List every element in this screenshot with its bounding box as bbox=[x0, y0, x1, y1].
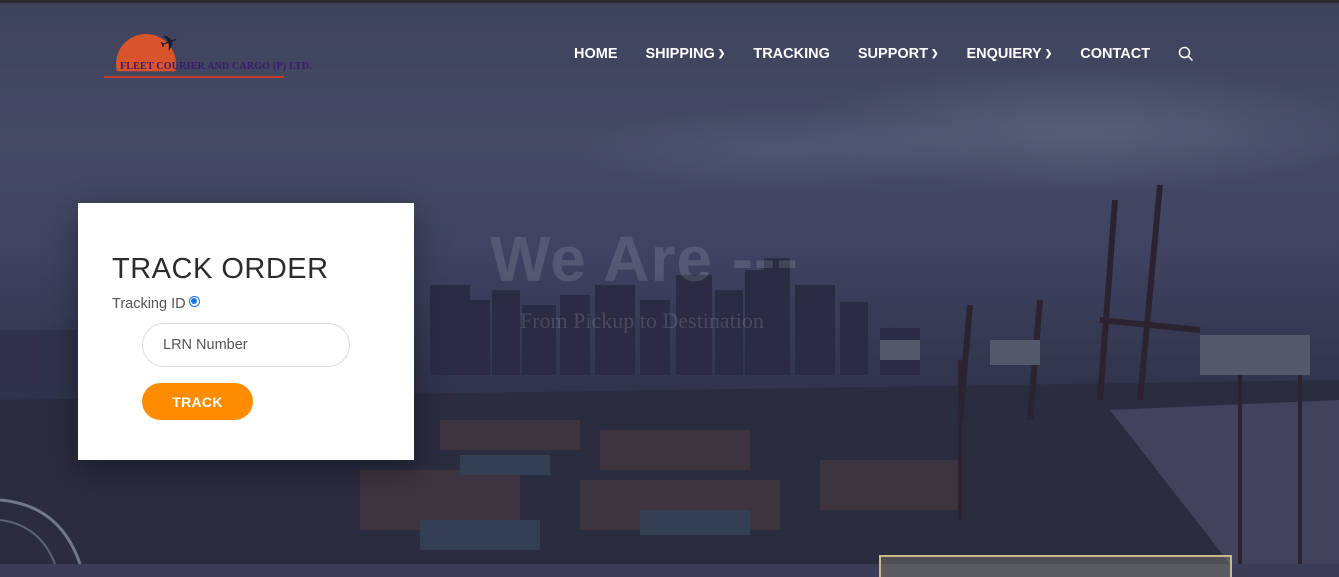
nav-tracking-label: TRACKING bbox=[753, 46, 830, 62]
track-order-title: TRACK ORDER bbox=[112, 253, 329, 285]
track-button[interactable]: TRACK bbox=[142, 383, 253, 420]
chevron-down-icon: ❯ bbox=[930, 47, 939, 58]
chevron-down-icon: ❯ bbox=[1044, 47, 1053, 58]
top-border bbox=[0, 0, 1339, 3]
chevron-down-icon: ❯ bbox=[717, 47, 726, 58]
hero-subtitle: From Pickup to Destination bbox=[520, 308, 764, 333]
tracking-id-option[interactable]: Tracking ID bbox=[112, 295, 200, 312]
nav-home[interactable]: HOME bbox=[574, 46, 618, 62]
tracking-id-label: Tracking ID bbox=[112, 296, 186, 312]
main-nav: HOME SHIPPING ❯ TRACKING SUPPORT ❯ ENQUI… bbox=[574, 46, 1194, 62]
bottom-panel-edge bbox=[879, 555, 1232, 577]
nav-home-label: HOME bbox=[574, 46, 618, 62]
site-logo[interactable]: ✈ FLEET COURIER AND CARGO (P) LTD. bbox=[100, 28, 312, 86]
nav-enquiery-label: ENQUIERY bbox=[966, 46, 1042, 62]
nav-shipping[interactable]: SHIPPING ❯ bbox=[646, 46, 726, 62]
search-icon[interactable] bbox=[1178, 46, 1194, 62]
hero-title: We Are --- bbox=[490, 223, 799, 295]
nav-support-label: SUPPORT bbox=[857, 46, 928, 62]
logo-text: FLEET COURIER AND CARGO (P) LTD. bbox=[120, 61, 312, 72]
tracking-id-radio[interactable] bbox=[188, 295, 200, 307]
lrn-number-input[interactable] bbox=[142, 323, 350, 367]
nav-contact-label: CONTACT bbox=[1080, 46, 1151, 62]
nav-tracking[interactable]: TRACKING bbox=[753, 46, 830, 62]
track-order-card: TRACK ORDER Tracking ID TRACK bbox=[78, 203, 414, 460]
nav-contact[interactable]: CONTACT bbox=[1080, 46, 1150, 62]
nav-support[interactable]: SUPPORT ❯ bbox=[858, 46, 939, 62]
logo-underline bbox=[104, 76, 284, 78]
hero-text: We Are --- From Pickup to Destination bbox=[490, 222, 799, 333]
nav-shipping-label: SHIPPING bbox=[645, 46, 715, 62]
nav-enquiery[interactable]: ENQUIERY ❯ bbox=[967, 46, 1053, 62]
